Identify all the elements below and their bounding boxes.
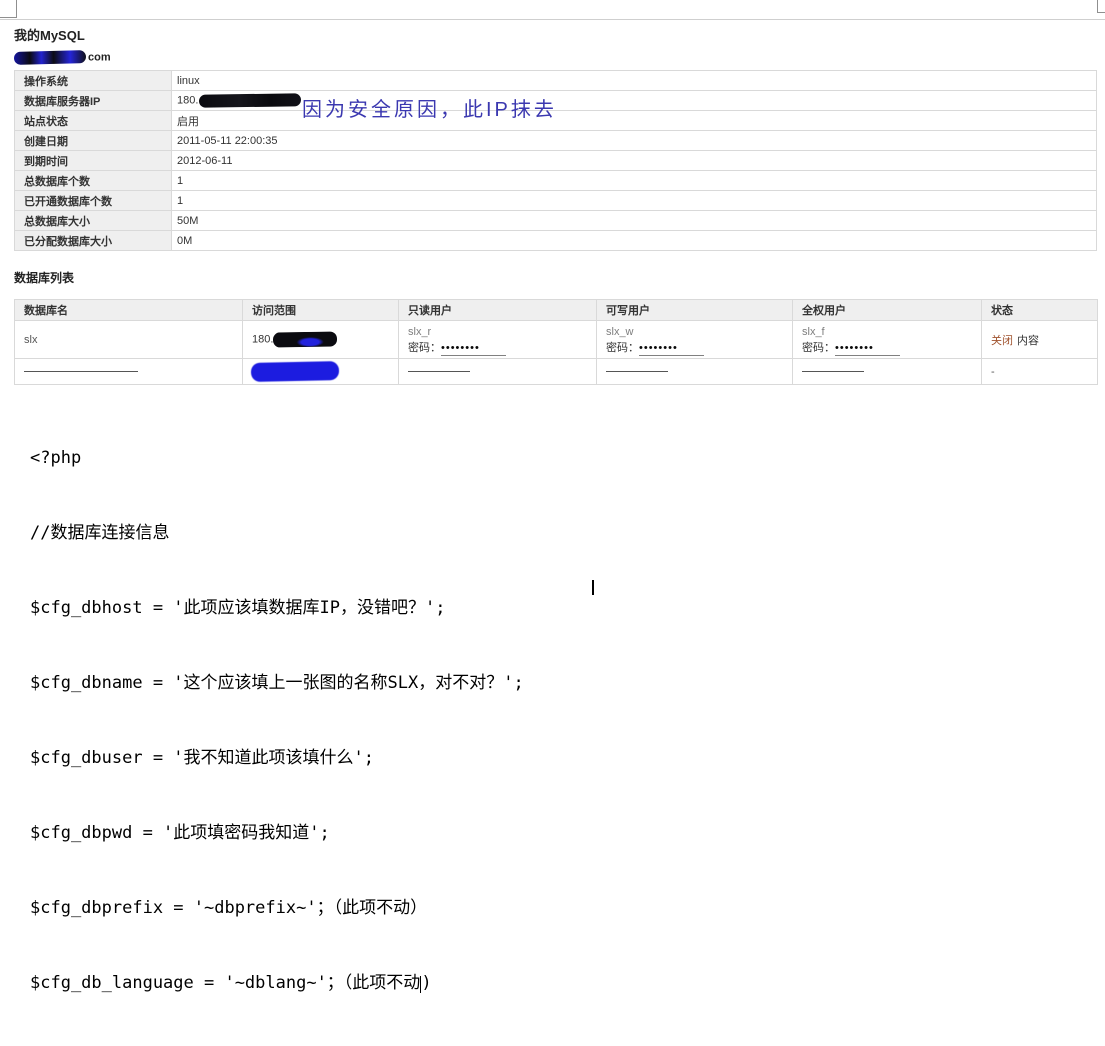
- username: slx_f: [802, 326, 825, 338]
- blank-underline: [408, 371, 470, 372]
- write-user-cell: slx_w 密码：••••••••: [597, 321, 793, 359]
- row-label: 已开通数据库个数: [15, 191, 172, 211]
- status-dash: -: [991, 366, 995, 378]
- row-value: 1: [172, 171, 1097, 191]
- table-row: 总数据库大小 50M: [15, 211, 1097, 231]
- column-header: 数据库名: [15, 300, 243, 321]
- password-field: ••••••••: [441, 342, 506, 356]
- document-page: 我的MySQL com 操作系统 linux 数据库服务器IP 180. 站点状…: [0, 0, 1105, 598]
- content-link[interactable]: 内容: [1017, 335, 1039, 347]
- database-row: slx 180. slx_r 密码：•••••••• slx_w 密码：••••…: [15, 321, 1098, 359]
- code-line-last: $cfg_db_language = '~dblang~'；（此项不动): [30, 971, 524, 996]
- column-header: 状态: [982, 300, 1098, 321]
- db-list-heading: 数据库列表: [14, 269, 74, 286]
- code-line: $cfg_dbhost = '此项应该填数据库IP，没错吧？';: [30, 596, 524, 621]
- blank-underline: [24, 371, 138, 372]
- password-label: 密码：: [606, 342, 639, 354]
- blank-underline: [606, 371, 668, 372]
- status-cell: -: [982, 359, 1098, 385]
- column-header: 全权用户: [793, 300, 982, 321]
- row-label: 总数据库大小: [15, 211, 172, 231]
- row-value: 2012-06-11: [172, 151, 1097, 171]
- table-row: 已开通数据库个数 1: [15, 191, 1097, 211]
- password-label: 密码：: [408, 342, 441, 354]
- table-row: 创建日期 2011-05-11 22:00:35: [15, 131, 1097, 151]
- censored-domain-scribble: [14, 50, 86, 65]
- code-line: $cfg_dbuser = '我不知道此项该填什么';: [30, 746, 524, 771]
- database-row-empty: -: [15, 359, 1098, 385]
- row-value: linux: [172, 71, 1097, 91]
- full-user-cell: [793, 359, 982, 385]
- username: slx_r: [408, 326, 431, 338]
- readonly-user-cell: slx_r 密码：••••••••: [399, 321, 597, 359]
- password-field: ••••••••: [639, 342, 704, 356]
- db-name-cell: [15, 359, 243, 385]
- full-user-cell: slx_f 密码：••••••••: [793, 321, 982, 359]
- write-user-cell: [597, 359, 793, 385]
- domain-suffix: com: [88, 51, 111, 63]
- text-cursor[interactable]: [592, 580, 594, 595]
- code-line: $cfg_dbname = '这个应该填上一张图的名称SLX，对不对？';: [30, 671, 524, 696]
- password-dots: ••••••••: [639, 342, 678, 354]
- php-code-block: <?php //数据库连接信息 $cfg_dbhost = '此项应该填数据库I…: [30, 396, 524, 1046]
- table-row: 操作系统 linux: [15, 71, 1097, 91]
- table-header-row: 数据库名 访问范围 只读用户 可写用户 全权用户 状态: [15, 300, 1098, 321]
- column-header: 只读用户: [399, 300, 597, 321]
- row-label: 站点状态: [15, 111, 172, 131]
- code-line: <?php: [30, 446, 524, 471]
- readonly-user-cell: [399, 359, 597, 385]
- domain-row: com: [14, 51, 111, 67]
- code-text: ): [421, 973, 431, 993]
- row-value: 50M: [172, 211, 1097, 231]
- password-field: ••••••••: [835, 342, 900, 356]
- password-label: 密码：: [802, 342, 835, 354]
- column-header: 访问范围: [243, 300, 399, 321]
- ip-prefix: 180.: [177, 94, 198, 106]
- close-link[interactable]: 关闭: [991, 335, 1013, 347]
- censored-blue-blob: [252, 362, 338, 381]
- crop-mark-top-left: [0, 0, 17, 18]
- table-row: 总数据库个数 1: [15, 171, 1097, 191]
- db-name-cell: slx: [15, 321, 243, 359]
- row-value: 2011-05-11 22:00:35: [172, 131, 1097, 151]
- row-label: 操作系统: [15, 71, 172, 91]
- code-line: $cfg_dbpwd = '此项填密码我知道';: [30, 821, 524, 846]
- top-divider: [0, 19, 1105, 20]
- table-row: 已分配数据库大小 0M: [15, 231, 1097, 251]
- username: slx_w: [606, 326, 634, 338]
- ip-prefix: 180.: [252, 333, 273, 345]
- column-header: 可写用户: [597, 300, 793, 321]
- security-annotation: 因为安全原因，此IP抹去: [302, 93, 557, 122]
- access-range-cell: [243, 359, 399, 385]
- password-dots: ••••••••: [835, 342, 874, 354]
- row-value: 0M: [172, 231, 1097, 251]
- code-line: //数据库连接信息: [30, 521, 524, 546]
- crop-mark-top-right: [1097, 0, 1105, 13]
- password-dots: ••••••••: [441, 342, 480, 354]
- blank-underline: [802, 371, 864, 372]
- page-title: 我的MySQL: [14, 25, 85, 44]
- row-label: 总数据库个数: [15, 171, 172, 191]
- access-range-cell: 180.: [243, 321, 399, 359]
- row-label: 到期时间: [15, 151, 172, 171]
- row-label: 创建日期: [15, 131, 172, 151]
- code-line: $cfg_dbprefix = '~dbprefix~'；（此项不动）: [30, 896, 524, 921]
- censored-ip-scribble: [273, 331, 337, 347]
- censored-ip-scribble: [199, 93, 301, 107]
- row-label: 已分配数据库大小: [15, 231, 172, 251]
- code-text: $cfg_db_language = '~dblang~'；（此项不动: [30, 973, 420, 993]
- row-value: 1: [172, 191, 1097, 211]
- table-row: 到期时间 2012-06-11: [15, 151, 1097, 171]
- row-label: 数据库服务器IP: [15, 91, 172, 111]
- database-list-table: 数据库名 访问范围 只读用户 可写用户 全权用户 状态 slx 180. slx…: [14, 299, 1098, 385]
- status-cell: 关闭内容: [982, 321, 1098, 359]
